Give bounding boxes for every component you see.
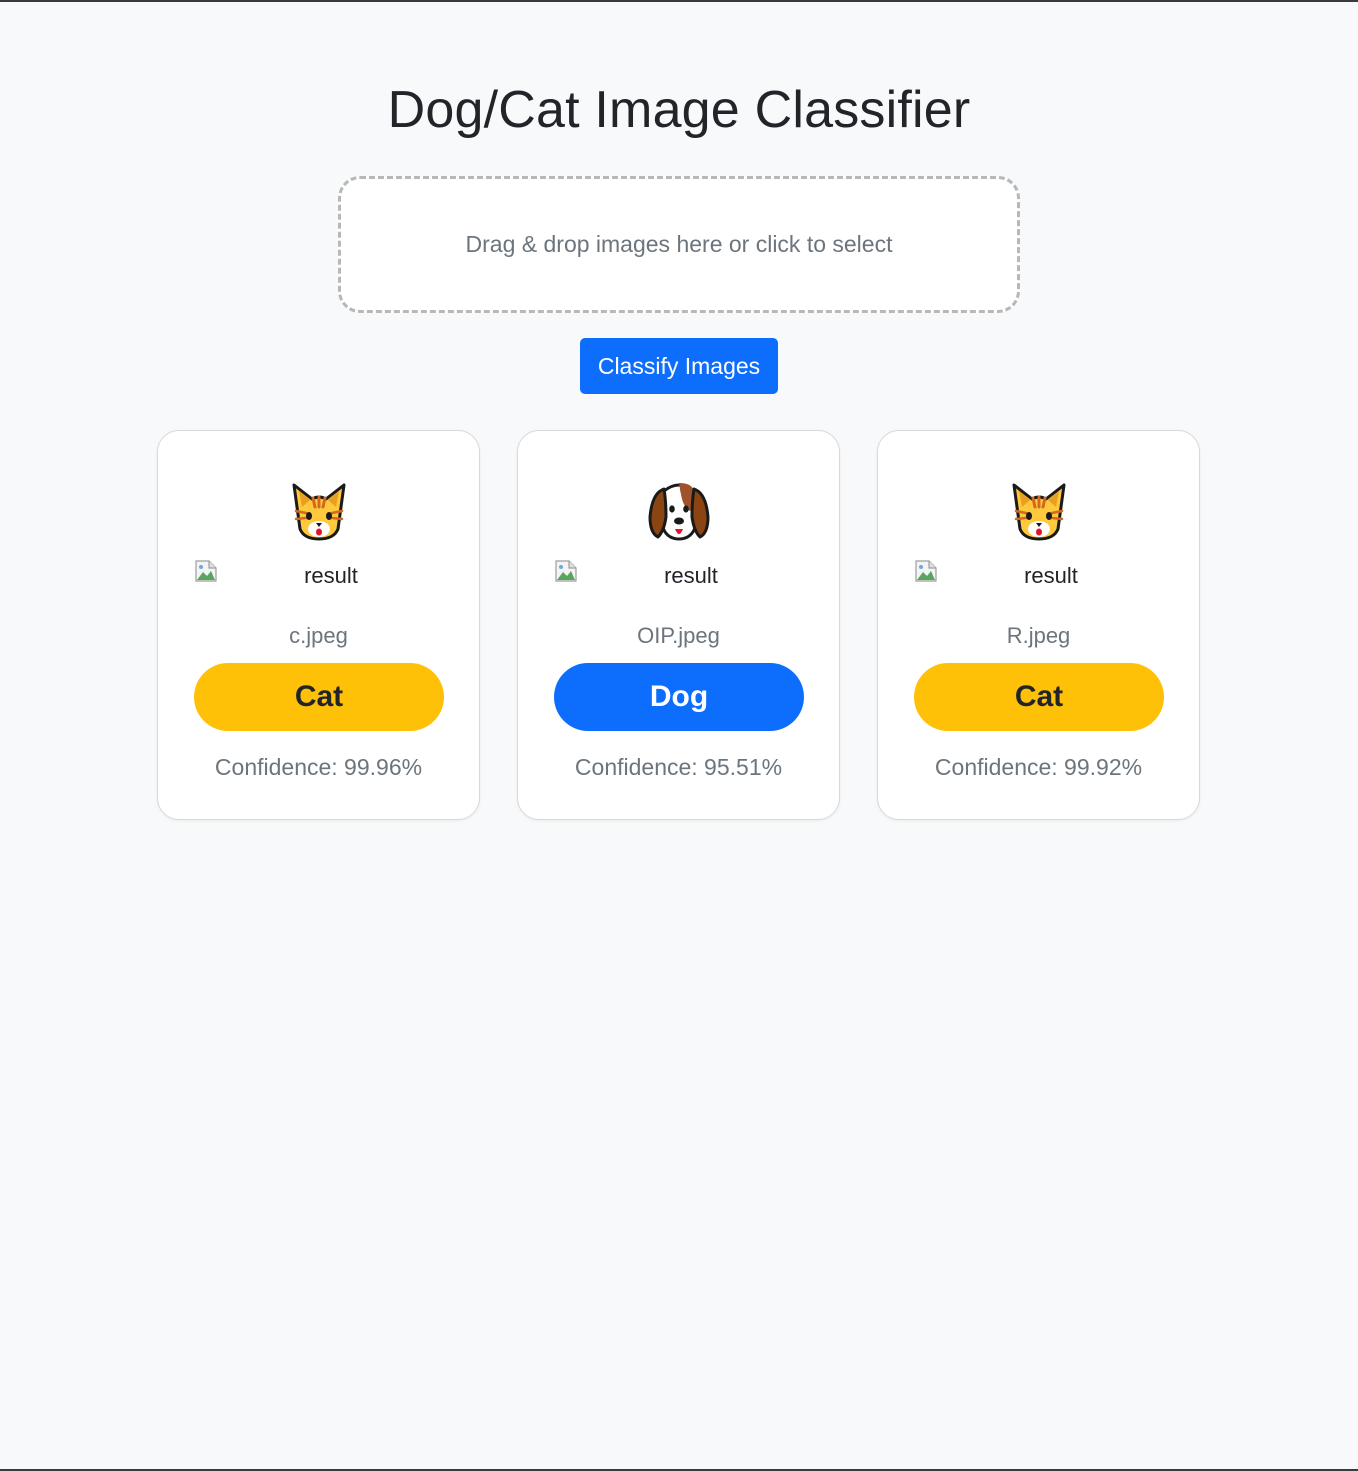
- result-card: result R.jpeg Cat Confidence: 99.92%: [877, 430, 1200, 820]
- result-filename: c.jpeg: [289, 623, 348, 648]
- result-image-alt: result: [664, 563, 718, 588]
- result-label-badge: Cat: [914, 663, 1164, 731]
- dropzone-prompt: Drag & drop images here or click to sele…: [465, 231, 893, 257]
- classify-images-button[interactable]: Classify Images: [580, 338, 778, 394]
- result-confidence: Confidence: 99.92%: [934, 754, 1143, 780]
- result-image-alt: result: [304, 563, 358, 588]
- image-dropzone[interactable]: Drag & drop images here or click to sele…: [338, 176, 1020, 313]
- result-card: result OIP.jpeg Dog Confidence: 95.51%: [517, 430, 840, 820]
- result-image: result: [914, 557, 1164, 591]
- result-filename: R.jpeg: [1006, 623, 1071, 648]
- cat-face-icon: [158, 477, 479, 543]
- result-image: result: [554, 557, 804, 591]
- page-title: Dog/Cat Image Classifier: [387, 81, 971, 139]
- result-card: result c.jpeg Cat Confidence: 99.96%: [157, 430, 480, 820]
- result-confidence: Confidence: 99.96%: [214, 754, 423, 780]
- result-filename: OIP.jpeg: [637, 623, 720, 648]
- result-label-badge: Cat: [194, 663, 444, 731]
- result-confidence: Confidence: 95.51%: [574, 754, 783, 780]
- result-label-badge: Dog: [554, 663, 804, 731]
- result-image-alt: result: [1024, 563, 1078, 588]
- cat-face-icon: [878, 477, 1199, 543]
- dog-face-icon: [518, 477, 839, 543]
- app-frame: Dog/Cat Image Classifier Drag & drop ima…: [0, 0, 1358, 1471]
- result-image: result: [194, 557, 444, 591]
